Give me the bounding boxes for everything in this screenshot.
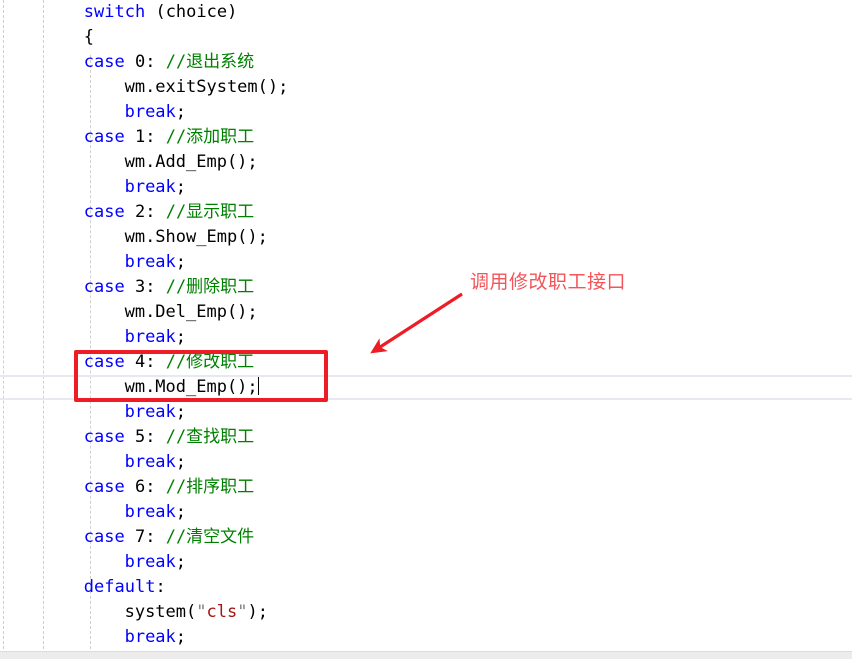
code-token-kw: case [83, 127, 125, 147]
code-token-kw: case [83, 427, 125, 447]
code-token-quote: " [237, 602, 248, 622]
code-line[interactable]: case 1: //添加职工 [0, 125, 852, 150]
code-line[interactable]: wm.Del_Emp(); [0, 300, 852, 325]
code-token-kw: break [124, 452, 176, 472]
code-line[interactable]: break; [0, 250, 852, 275]
code-lines-container[interactable]: switch (choice){case 0: //退出系统 wm.exitSys… [0, 0, 852, 650]
code-line[interactable]: wm.exitSystem(); [0, 75, 852, 100]
code-token-kw: break [124, 327, 176, 347]
code-token-kw: break [124, 627, 176, 647]
code-line[interactable]: break; [0, 550, 852, 575]
code-line[interactable]: case 5: //查找职工 [0, 425, 852, 450]
code-token-quote: " [196, 602, 207, 622]
code-token-plain: ; [175, 252, 187, 272]
code-editor-surface[interactable]: switch (choice){case 0: //退出系统 wm.exitSys… [0, 0, 852, 659]
code-token-plain: ; [175, 177, 187, 197]
code-line[interactable]: break; [0, 400, 852, 425]
code-line[interactable]: break; [0, 625, 852, 650]
code-line[interactable]: break; [0, 175, 852, 200]
code-token-plain: wm.Add_Emp(); [124, 152, 258, 172]
code-token-plain: : [155, 577, 166, 597]
code-line[interactable]: case 0: //退出系统 [0, 50, 852, 75]
code-token-plain: ; [175, 502, 187, 522]
code-line[interactable]: wm.Mod_Emp(); [0, 375, 852, 400]
code-token-plain: ); [247, 602, 268, 622]
code-token-plain: ; [175, 102, 187, 122]
code-line[interactable]: switch (choice) [0, 0, 852, 25]
code-token-plain: 2: [124, 202, 166, 222]
code-token-plain: ; [175, 627, 187, 647]
code-line[interactable]: break; [0, 100, 852, 125]
code-token-kw: break [124, 402, 176, 422]
code-token-comment: //清空文件 [165, 527, 255, 547]
code-line[interactable]: break; [0, 450, 852, 475]
code-line[interactable]: break; [0, 325, 852, 350]
code-line[interactable]: case 4: //修改职工 [0, 350, 852, 375]
code-token-plain: 6: [124, 477, 166, 497]
code-line[interactable]: default: [0, 575, 852, 600]
code-token-kw: case [83, 352, 125, 372]
code-token-kw: case [83, 52, 125, 72]
code-token-comment: //显示职工 [165, 202, 255, 222]
code-token-kw: case [83, 277, 125, 297]
code-token-comment: //修改职工 [165, 352, 255, 372]
code-line[interactable]: wm.Show_Emp(); [0, 225, 852, 250]
code-token-plain: wm.Mod_Emp(); [124, 377, 258, 397]
code-token-plain: wm.Show_Emp(); [124, 227, 268, 247]
code-token-comment: //排序职工 [165, 477, 255, 497]
code-token-kw: default [83, 577, 156, 597]
code-line[interactable]: case 3: //删除职工 [0, 275, 852, 300]
code-token-comment: //查找职工 [165, 427, 255, 447]
code-token-plain: 1: [124, 127, 166, 147]
code-token-kw: break [124, 502, 176, 522]
code-token-kw: break [124, 102, 176, 122]
code-token-plain: { [83, 27, 95, 47]
code-token-plain: ; [175, 327, 187, 347]
code-line[interactable]: case 7: //清空文件 [0, 525, 852, 550]
code-token-plain: wm.Del_Emp(); [124, 302, 258, 322]
code-line[interactable]: wm.Add_Emp(); [0, 150, 852, 175]
code-token-kw: case [83, 527, 125, 547]
code-token-plain: 0: [124, 52, 166, 72]
code-token-plain: (choice) [145, 2, 238, 22]
code-token-plain: system( [124, 602, 197, 622]
code-line[interactable]: { [0, 25, 852, 50]
code-token-plain: ; [175, 552, 187, 572]
code-token-comment: //添加职工 [165, 127, 255, 147]
code-line[interactable]: case 2: //显示职工 [0, 200, 852, 225]
code-token-plain: 3: [124, 277, 166, 297]
code-token-str: cls [206, 602, 238, 622]
code-token-plain: ; [175, 452, 187, 472]
code-token-plain: 7: [124, 527, 166, 547]
code-line[interactable]: system("cls"); [0, 600, 852, 625]
code-token-kw: break [124, 177, 176, 197]
code-token-kw: case [83, 477, 125, 497]
code-line[interactable]: break; [0, 500, 852, 525]
code-token-comment: //退出系统 [165, 52, 255, 72]
code-token-plain: 4: [124, 352, 166, 372]
code-token-kw: break [124, 252, 176, 272]
text-caret [257, 377, 259, 395]
editor-bottom-strip [0, 651, 852, 659]
code-token-kw: case [83, 202, 125, 222]
code-token-plain: wm.exitSystem(); [124, 77, 289, 97]
code-token-kw: break [124, 552, 176, 572]
code-token-plain: ; [175, 402, 187, 422]
code-token-kw: switch [83, 2, 146, 22]
code-token-comment: //删除职工 [165, 277, 255, 297]
code-line[interactable]: case 6: //排序职工 [0, 475, 852, 500]
code-token-plain: 5: [124, 427, 166, 447]
